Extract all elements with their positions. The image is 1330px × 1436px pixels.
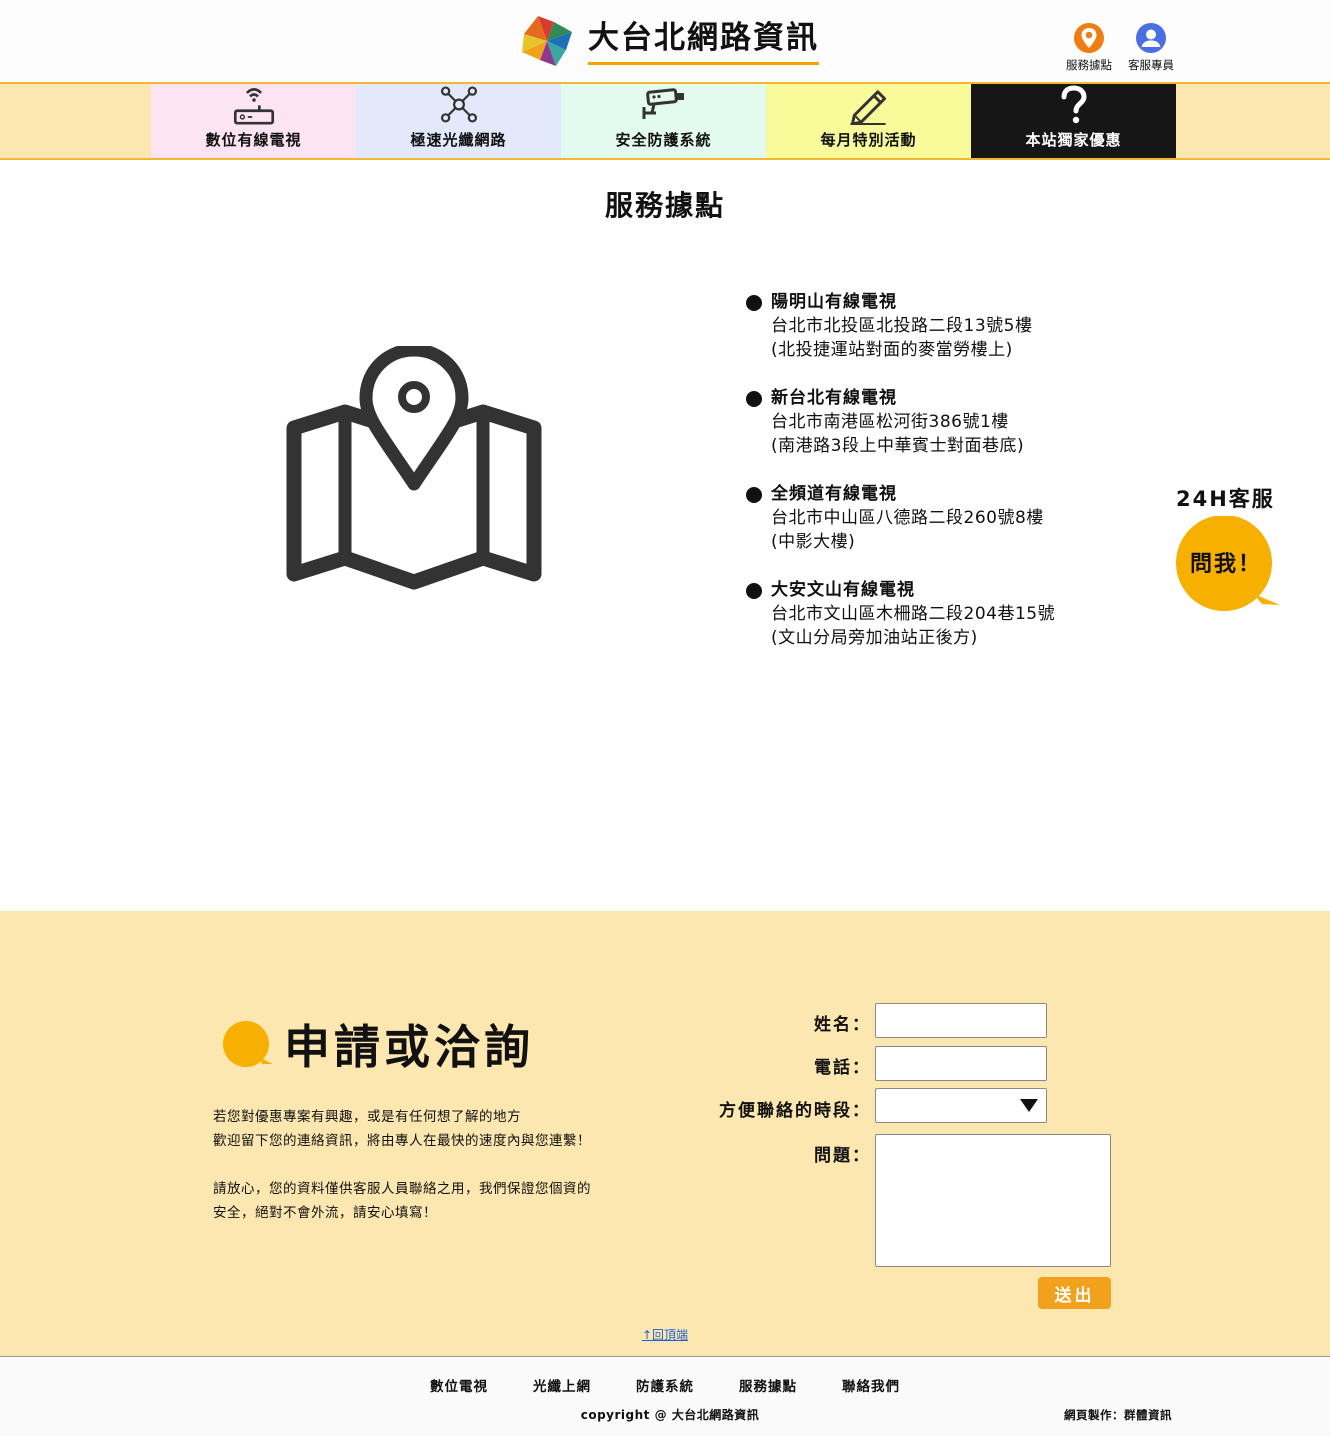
nav-item-security[interactable]: 安全防護系統 bbox=[561, 84, 766, 158]
pinwheel-logo-icon bbox=[522, 16, 572, 66]
location-address: 台北市文山區木柵路二段204巷15號 bbox=[771, 604, 1056, 624]
location-note: (文山分局旁加油站正後方) bbox=[771, 628, 978, 648]
question-textarea[interactable] bbox=[875, 1134, 1111, 1267]
contact-time-label: 方便聯絡的時段： bbox=[719, 1101, 871, 1121]
map-with-pin-icon bbox=[286, 343, 542, 590]
user-icon bbox=[1136, 23, 1166, 53]
location-note: (北投捷運站對面的麥當勞樓上) bbox=[771, 340, 1013, 360]
question-label: 問題： bbox=[814, 1146, 871, 1166]
nav-label-digital-tv: 數位有線電視 bbox=[205, 131, 302, 149]
back-to-top-link[interactable]: ↑回頂端 bbox=[0, 1326, 1330, 1343]
submit-button[interactable]: 送出 bbox=[1038, 1277, 1111, 1309]
footer-link-service-points[interactable]: 服務據點 bbox=[739, 1375, 797, 1395]
top-links: 服務據點 客服專員 bbox=[1062, 22, 1178, 73]
footer-link-security[interactable]: 防護系統 bbox=[636, 1375, 694, 1395]
nav-item-monthly-events[interactable]: 每月特別活動 bbox=[766, 84, 971, 158]
list-item: 全頻道有線電視 台北市中山區八德路二段260號8樓 (中影大樓) bbox=[746, 482, 1055, 554]
nav-label-exclusive-offers: 本站獨家優惠 bbox=[1025, 131, 1122, 149]
nav-item-digital-tv[interactable]: 數位有線電視 bbox=[151, 84, 356, 158]
site-title: 大台北網路資訊 bbox=[588, 18, 819, 65]
list-item: 新台北有線電視 台北市南港區松河街386號1樓 (南港路3段上中華賓士對面巷底) bbox=[746, 386, 1055, 458]
desc-line: 歡迎留下您的連絡資訊，將由專人在最快的速度內與您連繫！ bbox=[213, 1133, 591, 1149]
ask-me-label: 問我！ bbox=[1189, 552, 1262, 577]
footer-nav: 數位電視 光纖上網 防護系統 服務據點 聯絡我們 bbox=[0, 1375, 1330, 1395]
nav-item-fiber[interactable]: 極速光纖網路 bbox=[356, 84, 561, 158]
location-address: 台北市南港區松河街386號1樓 bbox=[771, 412, 1009, 432]
router-icon bbox=[233, 88, 274, 125]
support-title: 24H客服 bbox=[1176, 487, 1275, 511]
name-field[interactable] bbox=[875, 1003, 1047, 1038]
bullet-dot bbox=[746, 391, 762, 407]
nav-label-security: 安全防護系統 bbox=[615, 131, 712, 149]
footer-link-fiber[interactable]: 光纖上網 bbox=[533, 1375, 591, 1395]
site-logo[interactable]: 大台北網路資訊 bbox=[520, 14, 819, 68]
nav-item-exclusive-offers[interactable]: 本站獨家優惠 bbox=[971, 84, 1176, 158]
caret-down-icon bbox=[1020, 1099, 1038, 1112]
customer-service-link[interactable]: 客服專員 bbox=[1124, 22, 1178, 73]
page-title: 服務據點 bbox=[604, 189, 725, 222]
desc-line: 請放心，您的資料僅供客服人員聯絡之用，我們保證您個資的 bbox=[213, 1181, 591, 1197]
list-item: 陽明山有線電視 台北市北投區北投路二段13號5樓 (北投捷運站對面的麥當勞樓上) bbox=[746, 290, 1055, 362]
pencil-icon bbox=[849, 90, 886, 125]
location-list: 陽明山有線電視 台北市北投區北投路二段13號5樓 (北投捷運站對面的麥當勞樓上)… bbox=[746, 290, 1055, 674]
phone-label: 電話： bbox=[814, 1058, 871, 1078]
network-icon bbox=[440, 86, 477, 123]
bullet-dot bbox=[746, 583, 762, 599]
credit-text: 網頁製作：群體資訊 bbox=[1064, 1408, 1172, 1422]
location-name: 大安文山有線電視 bbox=[771, 580, 915, 600]
location-note: (南港路3段上中華賓士對面巷底) bbox=[771, 436, 1025, 456]
location-address: 台北市北投區北投路二段13號5樓 bbox=[771, 316, 1033, 336]
list-item: 大安文山有線電視 台北市文山區木柵路二段204巷15號 (文山分局旁加油站正後方… bbox=[746, 578, 1055, 650]
name-label: 姓名： bbox=[814, 1015, 871, 1035]
inquiry-title: 申請或洽詢 bbox=[284, 1020, 534, 1074]
question-icon bbox=[1061, 85, 1087, 124]
phone-field[interactable] bbox=[875, 1046, 1047, 1081]
inquiry-heading: 申請或洽詢 bbox=[222, 1011, 534, 1077]
customer-service-label: 客服專員 bbox=[1128, 58, 1174, 72]
site-footer: 數位電視 光纖上網 防護系統 服務據點 聯絡我們 copyright @ 大台北… bbox=[0, 1356, 1330, 1436]
service-points-label: 服務據點 bbox=[1066, 58, 1112, 72]
footer-link-digital-tv[interactable]: 數位電視 bbox=[430, 1375, 488, 1395]
location-name: 新台北有線電視 bbox=[771, 388, 897, 408]
desc-line: 安全，絕對不會外流，請安心填寫！ bbox=[213, 1205, 437, 1221]
bullet-dot bbox=[746, 295, 762, 311]
map-illustration bbox=[282, 343, 548, 600]
cctv-camera-icon bbox=[642, 88, 684, 119]
bullet-dot bbox=[746, 487, 762, 503]
location-note: (中影大樓) bbox=[771, 532, 856, 552]
speech-bubble-icon bbox=[223, 1021, 273, 1067]
desc-line: 若您對優惠專案有興趣，或是有任何想了解的地方 bbox=[213, 1109, 521, 1125]
location-address: 台北市中山區八德路二段260號8樓 bbox=[771, 508, 1044, 528]
location-name: 全頻道有線電視 bbox=[771, 484, 897, 504]
ask-me-chat-button[interactable]: 問我！ bbox=[1176, 515, 1282, 616]
site-header: 大台北網路資訊 服務據點 客服專員 bbox=[0, 0, 1330, 84]
inquiry-section: 申請或洽詢 若您對優惠專案有興趣，或是有任何想了解的地方歡迎留下您的連絡資訊，將… bbox=[0, 911, 1330, 1356]
nav-label-monthly-events: 每月特別活動 bbox=[820, 131, 917, 149]
service-points-link[interactable]: 服務據點 bbox=[1062, 22, 1116, 73]
inquiry-description: 若您對優惠專案有興趣，或是有任何想了解的地方歡迎留下您的連絡資訊，將由專人在最快… bbox=[213, 1105, 633, 1225]
location-pin-icon bbox=[1074, 23, 1104, 53]
footer-link-contact[interactable]: 聯絡我們 bbox=[842, 1375, 900, 1395]
location-name: 陽明山有線電視 bbox=[771, 292, 897, 312]
contact-time-select[interactable] bbox=[875, 1088, 1047, 1123]
nav-label-fiber: 極速光纖網路 bbox=[410, 131, 507, 149]
main-nav: 數位有線電視 極速光纖網路 安全防護系統 每月特別活動 本站獨家優惠 bbox=[0, 84, 1330, 160]
